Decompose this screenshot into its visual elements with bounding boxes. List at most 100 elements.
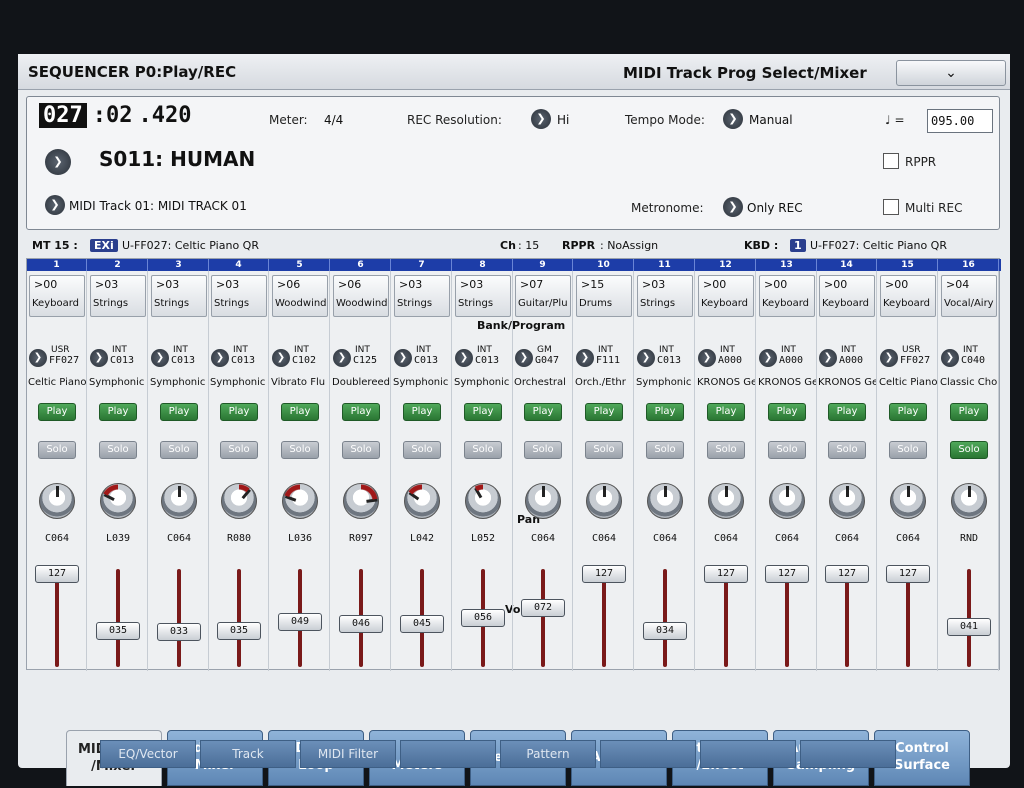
pan-knob[interactable] <box>465 483 501 519</box>
lower-tab[interactable]: Pattern <box>500 740 596 768</box>
pan-knob[interactable] <box>282 483 318 519</box>
program-select[interactable]: ❯ INT C013 <box>151 345 207 373</box>
multi-rec-checkbox[interactable] <box>883 199 899 215</box>
program-arrow-icon[interactable]: ❯ <box>576 349 594 367</box>
volume-fader-handle[interactable]: 127 <box>704 565 748 583</box>
lower-tab[interactable] <box>600 740 696 768</box>
pan-knob[interactable] <box>221 483 257 519</box>
lower-tab[interactable] <box>800 740 896 768</box>
play-button[interactable]: Play <box>342 403 380 421</box>
category-button[interactable]: >03 Strings <box>394 275 450 317</box>
play-button[interactable]: Play <box>220 403 258 421</box>
program-select[interactable]: ❯ INT C013 <box>455 345 511 373</box>
category-button[interactable]: >00 Keyboard <box>880 275 936 317</box>
play-button[interactable]: Play <box>646 403 684 421</box>
program-select[interactable]: ❯ INT A000 <box>759 345 815 373</box>
song-name[interactable]: S011: HUMAN <box>99 147 255 171</box>
volume-fader-track[interactable] <box>663 569 667 667</box>
solo-button[interactable]: Solo <box>585 441 623 459</box>
solo-button[interactable]: Solo <box>342 441 380 459</box>
pan-knob[interactable] <box>343 483 379 519</box>
volume-fader-handle[interactable]: 033 <box>157 623 201 641</box>
volume-fader-track[interactable] <box>602 569 606 667</box>
tempo-field[interactable]: 095.00 <box>927 109 993 133</box>
category-button[interactable]: >03 Strings <box>637 275 693 317</box>
page-menu-button[interactable]: ⌄ <box>896 60 1006 86</box>
solo-button[interactable]: Solo <box>828 441 866 459</box>
play-button[interactable]: Play <box>828 403 866 421</box>
tempo-mode-arrow-icon[interactable]: ❯ <box>723 109 743 129</box>
program-select[interactable]: ❯ INT C040 <box>941 345 997 373</box>
program-select[interactable]: ❯ INT C125 <box>333 345 389 373</box>
location-tick[interactable]: .420 <box>139 103 192 128</box>
program-arrow-icon[interactable]: ❯ <box>515 349 533 367</box>
play-button[interactable]: Play <box>99 403 137 421</box>
play-button[interactable]: Play <box>281 403 319 421</box>
volume-fader-handle[interactable]: 045 <box>400 615 444 633</box>
volume-fader-track[interactable] <box>541 569 545 667</box>
program-arrow-icon[interactable]: ❯ <box>455 349 473 367</box>
lower-tab[interactable] <box>700 740 796 768</box>
program-arrow-icon[interactable]: ❯ <box>333 349 351 367</box>
solo-button[interactable]: Solo <box>160 441 198 459</box>
metronome-arrow-icon[interactable]: ❯ <box>723 197 743 217</box>
volume-fader-handle[interactable]: 127 <box>765 565 809 583</box>
volume-fader-handle[interactable]: 127 <box>582 565 626 583</box>
rec-resolution-value[interactable]: Hi <box>557 113 569 127</box>
play-button[interactable]: Play <box>38 403 76 421</box>
volume-fader-handle[interactable]: 127 <box>886 565 930 583</box>
volume-fader-track[interactable] <box>177 569 181 667</box>
rppr-checkbox[interactable] <box>883 153 899 169</box>
pan-knob[interactable] <box>647 483 683 519</box>
location-display[interactable]: 027 :02 .420 <box>39 103 191 128</box>
pan-knob[interactable] <box>161 483 197 519</box>
volume-fader-handle[interactable]: 034 <box>643 622 687 640</box>
tempo-mode-value[interactable]: Manual <box>749 113 793 127</box>
track-select-arrow-icon[interactable]: ❯ <box>45 195 65 215</box>
program-arrow-icon[interactable]: ❯ <box>90 349 108 367</box>
volume-fader-handle[interactable]: 035 <box>96 622 140 640</box>
category-button[interactable]: >04 Vocal/Airy <box>941 275 997 317</box>
solo-button[interactable]: Solo <box>950 441 988 459</box>
location-measure[interactable]: 027 <box>39 103 87 128</box>
category-button[interactable]: >06 Woodwind <box>333 275 389 317</box>
volume-fader-handle[interactable]: 049 <box>278 613 322 631</box>
program-arrow-icon[interactable]: ❯ <box>211 349 229 367</box>
program-arrow-icon[interactable]: ❯ <box>698 349 716 367</box>
play-button[interactable]: Play <box>585 403 623 421</box>
category-button[interactable]: >03 Strings <box>211 275 267 317</box>
category-button[interactable]: >00 Keyboard <box>698 275 754 317</box>
volume-fader-handle[interactable]: 056 <box>461 609 505 627</box>
program-select[interactable]: ❯ INT C102 <box>272 345 328 373</box>
program-select[interactable]: ❯ INT C013 <box>211 345 267 373</box>
volume-fader-track[interactable] <box>237 569 241 667</box>
volume-fader-track[interactable] <box>845 569 849 667</box>
play-button[interactable]: Play <box>950 403 988 421</box>
program-select[interactable]: ❯ INT C013 <box>394 345 450 373</box>
metronome-value[interactable]: Only REC <box>747 201 803 215</box>
track-select-value[interactable]: MIDI Track 01: MIDI TRACK 01 <box>69 199 247 213</box>
volume-fader-handle[interactable]: 035 <box>217 622 261 640</box>
volume-fader-handle[interactable]: 127 <box>825 565 869 583</box>
program-select[interactable]: ❯ USR FF027 <box>880 345 936 373</box>
meter-value[interactable]: 4/4 <box>324 113 343 127</box>
category-button[interactable]: >07 Guitar/Plu <box>515 275 571 317</box>
program-select[interactable]: ❯ INT F111 <box>576 345 632 373</box>
solo-button[interactable]: Solo <box>281 441 319 459</box>
program-select[interactable]: ❯ GM G047 <box>515 345 571 373</box>
pan-knob[interactable] <box>586 483 622 519</box>
pan-knob[interactable] <box>100 483 136 519</box>
program-arrow-icon[interactable]: ❯ <box>941 349 959 367</box>
play-button[interactable]: Play <box>889 403 927 421</box>
program-arrow-icon[interactable]: ❯ <box>880 349 898 367</box>
program-arrow-icon[interactable]: ❯ <box>819 349 837 367</box>
program-arrow-icon[interactable]: ❯ <box>759 349 777 367</box>
pan-knob[interactable] <box>39 483 75 519</box>
solo-button[interactable]: Solo <box>889 441 927 459</box>
volume-fader-track[interactable] <box>116 569 120 667</box>
song-select-arrow-icon[interactable]: ❯ <box>45 149 71 175</box>
lower-tab[interactable]: MIDI Filter <box>300 740 396 768</box>
lower-tab[interactable] <box>400 740 496 768</box>
lower-tab[interactable]: Track <box>200 740 296 768</box>
pan-knob[interactable] <box>525 483 561 519</box>
